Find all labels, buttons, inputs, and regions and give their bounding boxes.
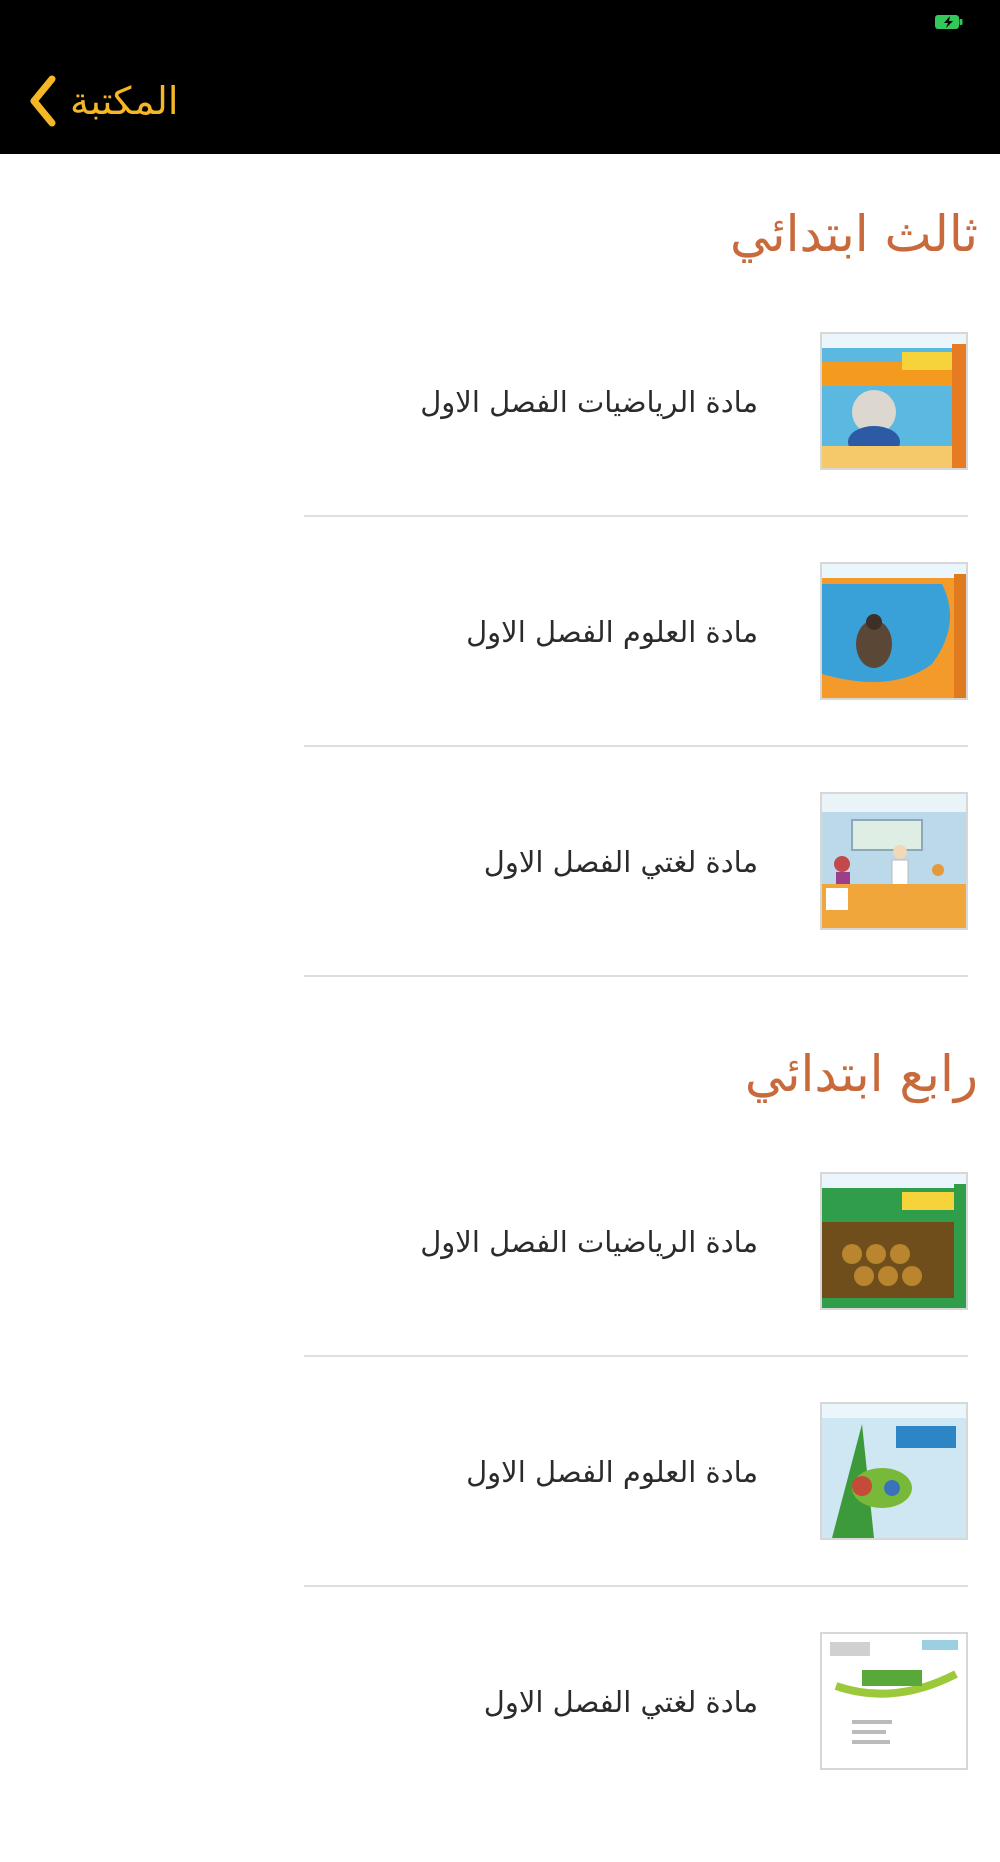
science-book-cover: [820, 1402, 968, 1540]
back-button[interactable]: المكتبة: [26, 72, 178, 130]
arabic-book-cover: [820, 1632, 968, 1770]
list-item[interactable]: مادة الرياضيات الفصل الاول: [304, 332, 968, 562]
navigation-bar: المكتبة: [0, 0, 1000, 154]
row-divider: [304, 1585, 968, 1587]
book-title: مادة الرياضيات الفصل الاول: [420, 1225, 758, 1259]
book-title: مادة لغتي الفصل الاول: [483, 845, 758, 879]
row-divider: [304, 745, 968, 747]
row-divider: [304, 975, 968, 977]
battery-charging-icon: [935, 15, 963, 29]
chevron-left-icon: [30, 75, 56, 127]
list-item[interactable]: مادة العلوم الفصل الاول: [304, 562, 968, 792]
book-title: مادة لغتي الفصل الاول: [483, 1685, 758, 1719]
list-item[interactable]: مادة لغتي الفصل الاول: [304, 1632, 968, 1862]
list-item[interactable]: مادة لغتي الفصل الاول: [304, 792, 968, 1022]
math-book-cover: [820, 1172, 968, 1310]
row-divider: [304, 1355, 968, 1357]
book-title: مادة العلوم الفصل الاول: [466, 615, 758, 649]
list-item[interactable]: مادة العلوم الفصل الاول: [304, 1402, 968, 1632]
row-divider: [304, 515, 968, 517]
math-book-cover: [820, 332, 968, 470]
list-item[interactable]: مادة الرياضيات الفصل الاول: [304, 1172, 968, 1402]
section-title: ثالث ابتدائي: [730, 205, 978, 263]
arabic-book-cover: [820, 792, 968, 930]
science-book-cover: [820, 562, 968, 700]
section-title: رابع ابتدائي: [744, 1045, 978, 1103]
back-button-label: المكتبة: [70, 79, 179, 123]
book-title: مادة العلوم الفصل الاول: [466, 1455, 758, 1489]
book-title: مادة الرياضيات الفصل الاول: [420, 385, 758, 419]
